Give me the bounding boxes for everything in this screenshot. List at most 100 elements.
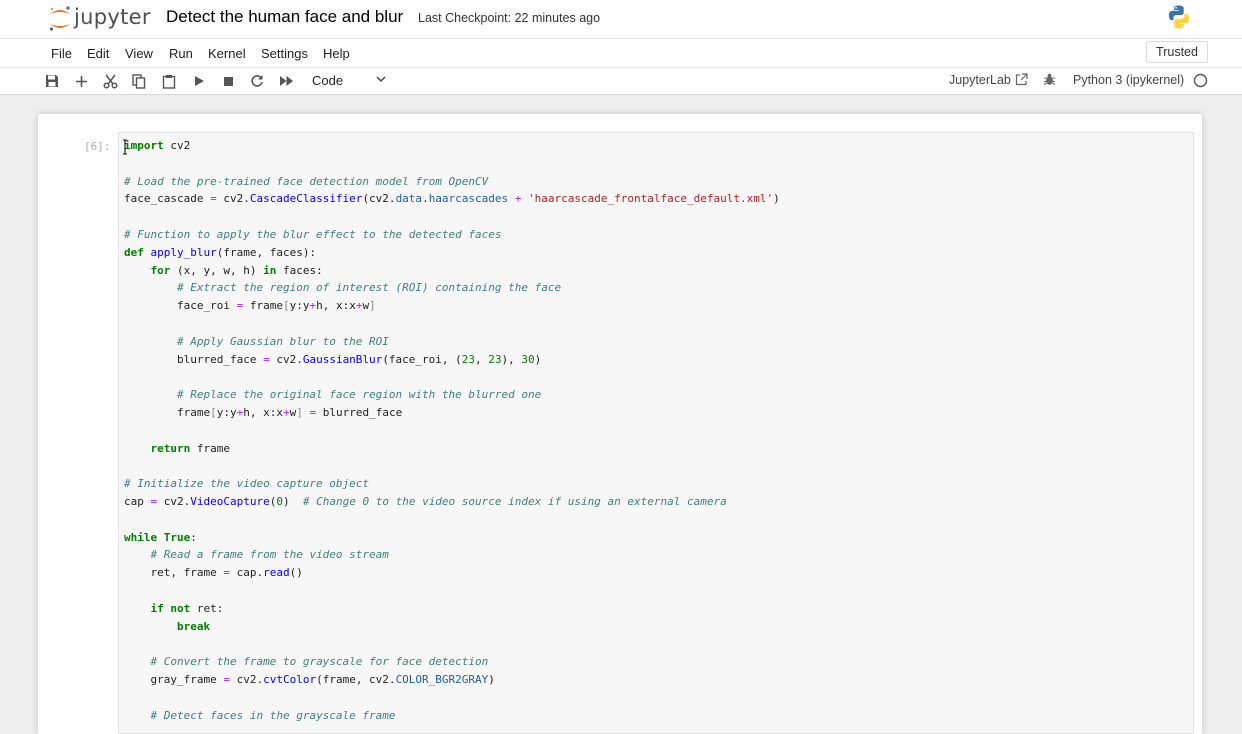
code-line[interactable] — [124, 582, 780, 600]
code-line[interactable]: gray_frame = cv2.cvtColor(frame, cv2.COL… — [124, 671, 780, 689]
jupyter-logo-icon — [49, 6, 70, 31]
code-line[interactable]: return frame — [124, 440, 780, 458]
menu-help[interactable]: Help — [323, 46, 350, 61]
code-token: # Convert the frame to grayscale for fac… — [150, 655, 489, 669]
code-token: . — [422, 192, 429, 206]
code-line[interactable]: break — [124, 618, 780, 636]
menu-run[interactable]: Run — [169, 46, 193, 61]
code-token: ] — [296, 405, 303, 419]
notebook-title[interactable]: Detect the human face and blur — [166, 7, 403, 27]
code-token: y:y — [216, 405, 237, 419]
jupyter-logo[interactable]: jupyter — [48, 4, 151, 34]
code-token: import — [124, 139, 164, 152]
kernel-name[interactable]: Python 3 (ipykernel) — [1073, 73, 1184, 87]
code-token: cap — [124, 494, 151, 508]
code-line[interactable] — [124, 689, 780, 707]
code-line[interactable]: ret, frame = cap.read() — [124, 564, 780, 582]
menu-edit[interactable]: Edit — [87, 46, 109, 61]
code-line[interactable]: def apply_blur(frame, faces): — [124, 244, 780, 262]
paste-button[interactable] — [160, 72, 178, 90]
external-link-icon[interactable] — [1015, 73, 1028, 86]
code-token: data — [395, 192, 423, 206]
cell-type-select[interactable]: Code — [310, 72, 392, 90]
code-token: , — [475, 352, 489, 366]
chevron-down-icon — [376, 76, 386, 83]
code-line[interactable]: for (x, y, w, h) in faces: — [124, 262, 780, 280]
code-token: (cv2. — [362, 192, 396, 206]
code-token: + — [282, 405, 290, 419]
code-token: (frame, cv2. — [316, 672, 396, 686]
cell-execution-prompt: [6]: — [84, 140, 111, 153]
code-token: face_roi — [124, 299, 237, 313]
menu-settings[interactable]: Settings — [261, 46, 308, 61]
code-token: 23 — [461, 352, 476, 366]
restart-run-all-button[interactable] — [277, 72, 295, 90]
code-line[interactable]: cap = cv2.VideoCapture(0) # Change 0 to … — [124, 493, 780, 511]
code-line[interactable]: face_roi = frame[y:y+h, x:x+w] — [124, 297, 780, 315]
code-token: # Apply Gaussian blur to the ROI — [176, 334, 389, 348]
code-line[interactable]: # Extract the region of interest (ROI) c… — [124, 279, 780, 297]
code-line[interactable]: blurred_face = cv2.GaussianBlur(face_roi… — [124, 351, 780, 369]
interrupt-button[interactable] — [219, 72, 237, 90]
code-token: # Function to apply the blur effect to t… — [124, 227, 502, 241]
code-line[interactable]: # Read a frame from the video stream — [124, 546, 780, 564]
run-button[interactable] — [190, 72, 208, 90]
code-line[interactable]: while True: — [124, 529, 780, 547]
code-token: for — [150, 263, 171, 277]
menu-file[interactable]: File — [51, 46, 72, 61]
code-line[interactable]: # Apply Gaussian blur to the ROI — [124, 333, 780, 351]
code-line[interactable]: # Detect faces in the grayscale frame — [124, 707, 780, 725]
code-token: not — [170, 601, 191, 615]
cut-button[interactable] — [101, 72, 119, 90]
jupyterlab-link[interactable]: JupyterLab — [949, 73, 1011, 87]
code-token: # Extract the region of interest (ROI) c… — [176, 281, 562, 295]
code-line[interactable]: # Initialize the video capture object — [124, 475, 780, 493]
code-line[interactable] — [124, 315, 780, 333]
code-line[interactable] — [124, 422, 780, 440]
code-token: h, x:x — [316, 299, 356, 313]
debugger-bug-icon[interactable] — [1043, 73, 1056, 86]
trusted-badge[interactable]: Trusted — [1146, 41, 1208, 63]
code-line[interactable] — [124, 368, 780, 386]
menu-view[interactable]: View — [125, 46, 153, 61]
code-token: gray_frame — [124, 672, 224, 686]
code-line[interactable]: face_cascade = cv2.CascadeClassifier(cv2… — [124, 190, 780, 208]
code-token: frame — [124, 405, 211, 419]
code-line[interactable] — [124, 155, 780, 173]
code-line[interactable]: frame[y:y+h, x:x+w] = blurred_face — [124, 404, 780, 422]
code-line[interactable] — [124, 457, 780, 475]
copy-button[interactable] — [130, 72, 148, 90]
menu-kernel[interactable]: Kernel — [208, 46, 246, 61]
code-line[interactable]: # Replace the original face region with … — [124, 386, 780, 404]
toolbar: Code JupyterLab Python 3 (ipykernel) — [0, 67, 1242, 95]
text-cursor-icon — [123, 139, 127, 155]
code-line[interactable] — [124, 635, 780, 653]
save-button[interactable] — [43, 72, 61, 90]
add-cell-button[interactable] — [72, 72, 90, 90]
code-token: () — [289, 566, 303, 580]
code-line[interactable] — [124, 511, 780, 529]
restart-button[interactable] — [248, 72, 266, 90]
code-line[interactable]: if not ret: — [124, 600, 780, 618]
code-line[interactable]: import cv2 — [124, 137, 780, 155]
code-token: blurred_face — [124, 352, 264, 366]
code-editor[interactable]: import cv2 # Load the pre-trained face d… — [124, 137, 780, 724]
code-line[interactable]: # Function to apply the blur effect to t… — [124, 226, 780, 244]
code-line[interactable]: # Load the pre-trained face detection mo… — [124, 173, 780, 191]
restart-icon — [251, 75, 263, 87]
last-checkpoint: Last Checkpoint: 22 minutes ago — [418, 11, 601, 25]
code-line[interactable] — [124, 208, 780, 226]
code-token: (x, y, w, h) — [170, 263, 264, 277]
code-token: cv2 — [163, 139, 191, 152]
code-line[interactable]: # Convert the frame to grayscale for fac… — [124, 653, 780, 671]
code-token: break — [176, 619, 211, 633]
code-token: haarcascades — [428, 192, 509, 206]
